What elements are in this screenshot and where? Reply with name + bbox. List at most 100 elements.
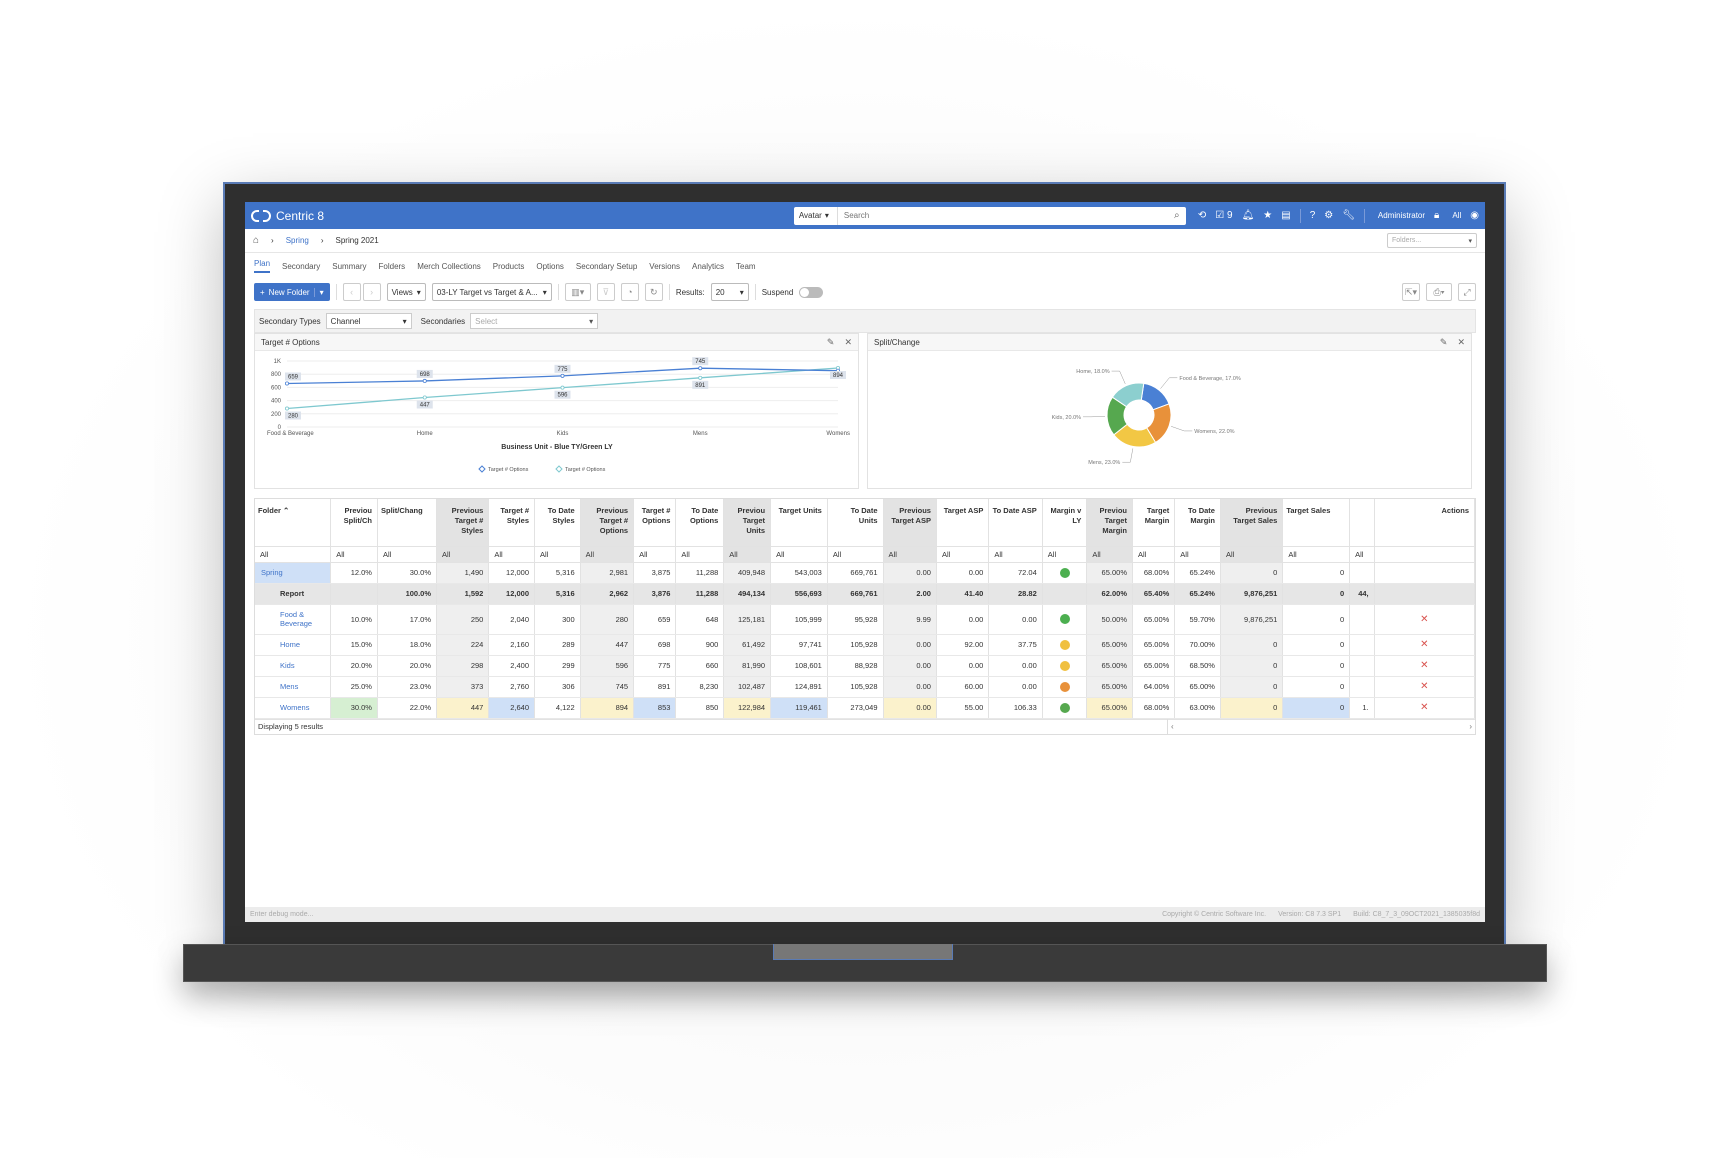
column-filter[interactable]: All	[488, 545, 535, 563]
table-row[interactable]: Mens 25.0% 23.0% 373 2,760 306 745 891 8,230 102,…	[255, 676, 1476, 698]
tab-analytics[interactable]: Analytics	[692, 262, 724, 271]
table-row[interactable]: Home 15.0% 18.0% 224 2,160 289 447 698 900 61,492…	[255, 634, 1476, 656]
column-header[interactable]: To Date Styles	[534, 499, 581, 546]
column-header[interactable]: Previous Target # Options	[580, 499, 635, 546]
column-header[interactable]: Previous Target # Styles	[436, 499, 490, 546]
column-filter[interactable]: All	[330, 545, 378, 563]
column-header[interactable]: Target Margin	[1132, 499, 1176, 546]
back-icon[interactable]: ⟲	[1198, 210, 1206, 221]
column-filter[interactable]: All	[1349, 545, 1375, 563]
column-filter[interactable]: All	[723, 545, 772, 563]
column-header[interactable]: Target ASP	[936, 499, 990, 546]
tab-team[interactable]: Team	[736, 262, 756, 271]
folder-name[interactable]: Kids	[255, 655, 332, 677]
column-filter[interactable]: All	[436, 545, 490, 563]
column-filter[interactable]: All	[633, 545, 677, 563]
table-row[interactable]: Spring 12.0% 30.0% 1,490 12,000 5,316 2,981 3,8…	[255, 562, 1476, 584]
folder-name[interactable]: Spring	[255, 562, 332, 584]
column-filter[interactable]: All	[1220, 545, 1284, 563]
gear-icon[interactable]: ⚙	[1324, 210, 1333, 221]
horizontal-scrollbar[interactable]: ‹ ›	[1167, 718, 1475, 734]
column-header[interactable]: Previou Target Margin	[1086, 499, 1133, 546]
user-name[interactable]: Administrator	[1378, 211, 1425, 220]
tab-merch-collections[interactable]: Merch Collections	[417, 262, 481, 271]
chevron-down-icon[interactable]: ▾	[313, 287, 324, 297]
column-filter[interactable]: All	[255, 545, 332, 563]
column-filter[interactable]: All	[988, 545, 1043, 563]
tab-secondary[interactable]: Secondary	[282, 262, 320, 271]
table-row[interactable]: Womens 30.0% 22.0% 447 2,640 4,122 894 853 850 12…	[255, 697, 1476, 719]
column-header[interactable]: Target # Options	[633, 499, 677, 546]
tab-secondary-setup[interactable]: Secondary Setup	[576, 262, 637, 271]
debug-mode-link[interactable]: Enter debug mode...	[250, 911, 313, 918]
pie-chart-icon[interactable]: ◔	[620, 283, 639, 301]
documents-icon[interactable]: ▤	[1281, 210, 1290, 221]
table-row[interactable]: Report 100.0% 1,592 12,000 5,316 2,962 3,876 11…	[255, 583, 1476, 605]
delete-icon[interactable]: ✕	[1420, 614, 1428, 625]
search-scope-select[interactable]: Avatar ▾	[794, 206, 838, 225]
column-filter[interactable]: All	[1132, 545, 1176, 563]
column-filter[interactable]: All	[580, 545, 635, 563]
secondaries-select[interactable]: Select ▾	[470, 313, 599, 329]
delete-icon[interactable]: ✕	[1420, 660, 1428, 671]
filter-icon[interactable]: ⊽	[596, 283, 615, 301]
export-icon[interactable]: ⇱▾	[1402, 283, 1420, 301]
tab-folders[interactable]: Folders	[379, 262, 406, 271]
column-filter[interactable]: All	[1086, 545, 1133, 563]
tab-options[interactable]: Options	[536, 262, 564, 271]
column-filter[interactable]: All	[1042, 545, 1088, 563]
scroll-right-icon[interactable]: ›	[1469, 722, 1472, 731]
column-header[interactable]: Previou Split/Ch	[330, 499, 378, 546]
folder-name[interactable]: Womens	[255, 697, 332, 719]
folder-name[interactable]: Food & Beverage	[255, 604, 332, 635]
edit-icon[interactable]: ✎	[1440, 337, 1448, 348]
edit-icon[interactable]: ✎	[827, 337, 835, 348]
bell-icon[interactable]: 🔔︎	[1242, 210, 1255, 221]
table-row[interactable]: Kids 20.0% 20.0% 298 2,400 299 596 775 660 81,990…	[255, 655, 1476, 677]
column-filter[interactable]	[1374, 545, 1476, 563]
column-header[interactable]: Previou Target Units	[723, 499, 772, 546]
delete-icon[interactable]: ✕	[1420, 702, 1428, 713]
refresh-icon[interactable]: ↻	[644, 283, 663, 301]
scroll-left-icon[interactable]: ‹	[1171, 722, 1174, 731]
tab-summary[interactable]: Summary	[332, 262, 366, 271]
close-icon[interactable]: ✕	[844, 337, 852, 348]
suspend-toggle[interactable]	[799, 286, 824, 298]
tab-products[interactable]: Products	[493, 262, 525, 271]
column-filter[interactable]: All	[377, 545, 438, 563]
column-filter[interactable]: All	[827, 545, 884, 563]
close-icon[interactable]: ✕	[1457, 337, 1465, 348]
delete-icon[interactable]: ✕	[1420, 639, 1428, 650]
star-icon[interactable]: ★	[1263, 210, 1272, 221]
back-arrow-icon[interactable]: ‹	[342, 283, 361, 301]
column-header[interactable]: Target # Styles	[488, 499, 535, 546]
new-folder-button[interactable]: + New Folder ▾	[254, 283, 330, 301]
secondary-types-select[interactable]: Channel ▾	[325, 313, 412, 329]
view-select[interactable]: 03-LY Target vs Target & A... ▾	[431, 283, 552, 301]
column-filter[interactable]: All	[770, 545, 828, 563]
table-row[interactable]: Food & Beverage 10.0% 17.0% 250 2,040 300 280 6…	[255, 604, 1476, 635]
breadcrumb-season[interactable]: Spring	[286, 236, 309, 245]
results-select[interactable]: 20 ▾	[710, 283, 749, 301]
column-header[interactable]: To Date Options	[675, 499, 725, 546]
views-select[interactable]: Views ▾	[386, 283, 426, 301]
search-input[interactable]	[837, 211, 1168, 220]
folder-name[interactable]: Mens	[255, 676, 332, 698]
app-logo[interactable]: Centric 8	[251, 209, 324, 223]
column-filter[interactable]: All	[936, 545, 990, 563]
column-header[interactable]: Folder ⌃	[255, 499, 332, 546]
column-filter[interactable]: All	[534, 545, 581, 563]
search-icon[interactable]: ⌕	[1168, 210, 1186, 221]
tab-plan[interactable]: Plan	[254, 259, 271, 273]
column-filter[interactable]: All	[883, 545, 937, 563]
column-filter[interactable]: All	[675, 545, 725, 563]
help-icon[interactable]: ?	[1310, 210, 1316, 221]
delete-icon[interactable]: ✕	[1420, 681, 1428, 692]
column-header[interactable]	[1349, 499, 1375, 546]
column-header[interactable]: To Date Margin	[1174, 499, 1221, 546]
column-header[interactable]: Previous Target Sales	[1220, 499, 1284, 546]
print-icon[interactable]: ⎙▾	[1426, 283, 1452, 301]
column-header[interactable]: Target Sales	[1282, 499, 1351, 546]
column-filter[interactable]: All	[1282, 545, 1351, 563]
folder-name[interactable]: Home	[255, 634, 332, 656]
